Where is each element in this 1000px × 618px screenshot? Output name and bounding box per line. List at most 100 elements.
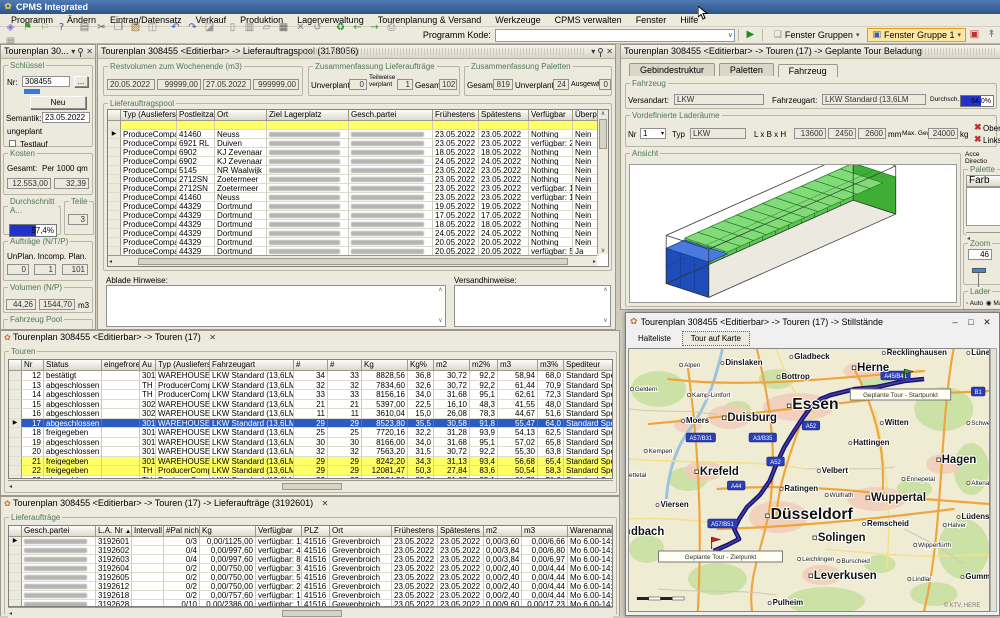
back-icon[interactable]: ←: [350, 21, 365, 35]
column-header[interactable]: Spätestens: [438, 526, 484, 537]
column-header[interactable]: L.A. Nr ▲: [96, 526, 132, 537]
cut-icon[interactable]: ✂: [94, 21, 109, 35]
program-code-input[interactable]: ∨: [495, 29, 735, 42]
table-row[interactable]: 22freigegebenTHProducerCompanyLKW Standa…: [9, 466, 612, 476]
row-selector[interactable]: [9, 438, 22, 448]
column-header[interactable]: #: [294, 360, 328, 371]
column-header[interactable]: Postleitzahl: [177, 110, 215, 121]
table-row[interactable]: 18freigegeben301WAREHOUSELKW Standard (1…: [9, 428, 612, 438]
paste-icon[interactable]: ▨: [128, 21, 143, 35]
row-selector[interactable]: [108, 220, 121, 229]
row-selector[interactable]: [108, 238, 121, 247]
save-icon[interactable]: ▦: [276, 21, 291, 35]
table-row[interactable]: 15abgeschlossen302WAREHOUSELKW Standard …: [9, 400, 612, 410]
tab-fahrzeug[interactable]: Fahrzeug: [778, 64, 838, 77]
auto-radio-label[interactable]: Auto: [970, 300, 983, 307]
grid-header[interactable]: Gesch.parteiL.A. Nr ▲Intervall#Pal nicht…: [9, 526, 612, 537]
row-selector[interactable]: [108, 193, 121, 202]
table-row[interactable]: ProduceCompany44329Dortmund24.05.202224.…: [108, 229, 608, 238]
side-panel-header[interactable]: Tourenplan 30... ▾✕: [1, 45, 95, 59]
column-header[interactable]: [108, 110, 121, 121]
column-header[interactable]: Gesch.partei: [22, 526, 96, 537]
column-header[interactable]: Kg: [200, 526, 256, 537]
row-selector[interactable]: [9, 555, 22, 564]
row-selector[interactable]: [9, 371, 22, 381]
row-selector[interactable]: [9, 564, 22, 573]
lief-hscrollbar[interactable]: ◂: [8, 607, 613, 618]
pool-grid[interactable]: Typ (Auslieferst.) ▲PostleitzahlOrtZiel …: [107, 109, 609, 267]
row-selector[interactable]: [9, 447, 22, 457]
row-selector[interactable]: [108, 121, 121, 130]
row-selector[interactable]: [9, 466, 22, 476]
column-header[interactable]: eingefroren: [102, 360, 140, 371]
column-header[interactable]: Verfügbar: [256, 526, 302, 537]
table-row[interactable]: ProduceCompany44329Dortmund17.05.202217.…: [108, 211, 608, 220]
touren-panel-header[interactable]: ✿ Tourenplan 308455 <Editierbar> -> Tour…: [1, 331, 619, 345]
column-header[interactable]: m3%: [538, 360, 564, 371]
column-header[interactable]: Spätestens: [479, 110, 529, 121]
maximize-button[interactable]: □: [963, 317, 979, 327]
row-selector[interactable]: [9, 582, 22, 591]
column-header[interactable]: Status: [44, 360, 102, 371]
row-selector[interactable]: [9, 400, 22, 410]
row-selector[interactable]: [108, 184, 121, 193]
row-selector[interactable]: [108, 157, 121, 166]
erase-icon[interactable]: ◪: [202, 21, 217, 35]
column-header[interactable]: Typ (Auslieferst.): [156, 360, 210, 371]
row-selector[interactable]: [9, 390, 22, 400]
table-row[interactable]: 31926120/20,00/750,00verfügbar: 241516Gr…: [9, 582, 612, 591]
app-nav-icon[interactable]: ◈: [3, 21, 18, 35]
pin-toolbar-icon[interactable]: ↟: [984, 28, 999, 42]
manu-radio-label[interactable]: Manu: [993, 300, 1000, 307]
tab-tour-auf-karte[interactable]: Tour auf Karte: [682, 331, 750, 346]
tab-paletten[interactable]: Paletten: [719, 63, 774, 76]
row-selector[interactable]: [108, 229, 121, 238]
chevron-down-icon[interactable]: ▾: [591, 45, 595, 58]
map-canvas[interactable]: A45/B41B1A57/B31A3/B35A52A52A44A57/B51Re…: [628, 348, 990, 612]
table-row[interactable]: 31926280/100,00/2386,00verfügbar: 173415…: [9, 600, 612, 607]
column-header[interactable]: Ziel Lagerplatz: [267, 110, 349, 121]
table-row[interactable]: ProduceCompany6902KJ Zevenaar18.05.20221…: [108, 148, 608, 157]
fenster-gruppe-1-button[interactable]: ▣ Fenster Gruppe 1 ▾: [867, 28, 966, 42]
table-row[interactable]: ProduceCompany44329Dortmund18.05.202218.…: [108, 220, 608, 229]
row-selector[interactable]: [9, 591, 22, 600]
users-icon[interactable]: ⚑: [20, 21, 35, 35]
pool-hscrollbar[interactable]: ◂▸: [108, 255, 597, 266]
table-row[interactable]: 13abgeschlossenTHProducerCompanyLKW Stan…: [9, 381, 612, 391]
row-selector[interactable]: [9, 457, 22, 467]
undo-icon[interactable]: ↶: [168, 21, 183, 35]
close-icon[interactable]: ✕: [606, 45, 613, 58]
row-selector[interactable]: [9, 573, 22, 582]
row-selector[interactable]: [108, 148, 121, 157]
column-header[interactable]: Verfügbar: [529, 110, 573, 121]
table-row[interactable]: ProduceCompany44329Dortmund20.05.202220.…: [108, 238, 608, 247]
table-row[interactable]: 19abgeschlossen301WAREHOUSELKW Standard …: [9, 438, 612, 448]
table-row[interactable]: 16abgeschlossen302WAREHOUSELKW Standard …: [9, 409, 612, 419]
laderaum-nr-select[interactable]: 1▾: [640, 128, 666, 139]
testlauf-checkbox[interactable]: [9, 140, 16, 147]
column-header[interactable]: #Pal nicht: [164, 526, 200, 537]
nr-input[interactable]: 308455: [22, 76, 70, 87]
column-header[interactable]: [9, 526, 22, 537]
table-row[interactable]: 23abgeschlossenTHProducerCompanyLKW Stan…: [9, 476, 612, 480]
tab-gebindestruktur[interactable]: Gebindestruktur: [629, 63, 715, 76]
table-row[interactable]: 31926020/40,00/997,60verfügbar: 4741516G…: [9, 546, 612, 555]
help-icon[interactable]: ?: [54, 21, 69, 35]
lief-grid[interactable]: Gesch.parteiL.A. Nr ▲Intervall#Pal nicht…: [8, 525, 613, 607]
fenster-gruppen-button[interactable]: ❏ Fenster Gruppen ▾: [769, 28, 865, 42]
table-row[interactable]: 31926050/20,00/750,00verfügbar: 541516Gr…: [9, 573, 612, 582]
table-row[interactable]: ProduceCompany44329Dortmund19.05.202219.…: [108, 202, 608, 211]
versand-hinweise-input[interactable]: ∧∨: [454, 285, 611, 327]
grid-header[interactable]: NrStatuseingefrorenAuTyp (Auslieferst.)F…: [9, 360, 612, 371]
table-row[interactable]: 31926180/20,00/757,60verfügbar: 1841516G…: [9, 591, 612, 600]
table-row[interactable]: ProduceCompany6921 RLDuiven23.05.202223.…: [108, 139, 608, 148]
row-selector[interactable]: [108, 211, 121, 220]
table-row[interactable]: [108, 121, 608, 130]
column-header[interactable]: m2: [434, 360, 470, 371]
report-icon[interactable]: ▤: [77, 21, 92, 35]
column-header[interactable]: #: [328, 360, 362, 371]
column-header[interactable]: Fahrzeugart: [210, 360, 294, 371]
table-row[interactable]: 20abgeschlossen301WAREHOUSELKW Standard …: [9, 447, 612, 457]
copy-icon[interactable]: ❐: [111, 21, 126, 35]
close-icon[interactable]: ✕: [86, 45, 93, 58]
